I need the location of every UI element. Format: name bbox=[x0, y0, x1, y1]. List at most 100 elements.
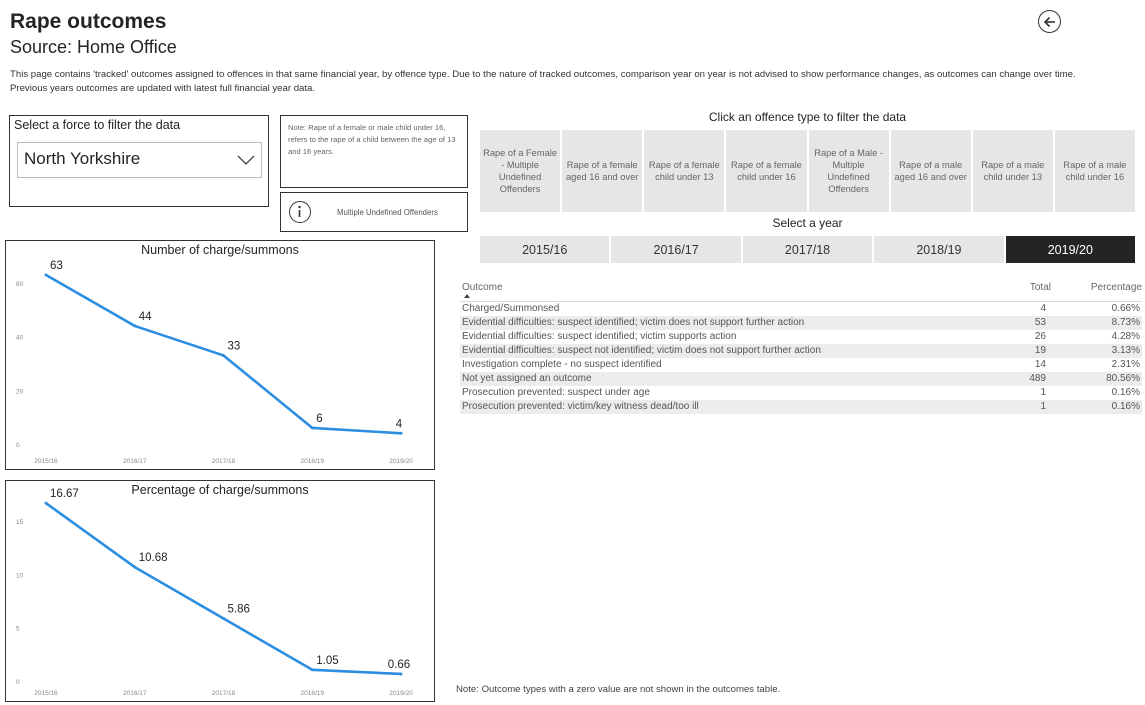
total-cell: 489 bbox=[1029, 373, 1046, 384]
page-subtitle: Source: Home Office bbox=[10, 37, 177, 57]
offence-type-button[interactable]: Rape of a Male - Multiple Undefined Offe… bbox=[808, 130, 889, 212]
data-label: 63 bbox=[50, 260, 63, 272]
info-text: Multiple Undefined Offenders bbox=[337, 208, 438, 217]
arrow-left-circle-icon bbox=[1043, 16, 1055, 27]
force-filter-label: Select a force to filter the data bbox=[14, 118, 181, 132]
sort-ascending-icon bbox=[464, 294, 470, 298]
offence-type-button[interactable]: Rape of a male child under 13 bbox=[972, 130, 1053, 212]
x-tick-label: 2015/16 bbox=[34, 690, 58, 697]
data-point bbox=[44, 501, 48, 505]
column-header-total[interactable]: Total bbox=[1030, 282, 1051, 293]
offence-type-button[interactable]: Rape of a female aged 16 and over bbox=[562, 130, 643, 212]
table-body: Charged/Summonsed 4 0.66% Evidential diffic… bbox=[460, 302, 1142, 414]
outcome-cell: Prosecution prevented: victim/key witnes… bbox=[462, 401, 699, 412]
column-header-outcome[interactable]: Outcome bbox=[462, 282, 503, 293]
data-point bbox=[310, 668, 314, 672]
data-label: 33 bbox=[228, 340, 241, 352]
data-label: 1.05 bbox=[316, 655, 338, 667]
outcomes-table: Outcome Total Percentage Charged/Summons… bbox=[460, 280, 1142, 414]
data-point bbox=[44, 273, 48, 277]
y-tick-label: 5 bbox=[16, 626, 20, 633]
data-point bbox=[399, 672, 403, 676]
year-button[interactable]: 2015/16 bbox=[480, 236, 610, 263]
y-tick-label: 0 bbox=[16, 442, 20, 449]
offence-type-buttons: Rape of a Female - Multiple Undefined Of… bbox=[480, 130, 1135, 212]
total-cell: 19 bbox=[1034, 345, 1046, 356]
page-description: This page contains 'tracked' outcomes as… bbox=[10, 69, 1076, 94]
x-tick-label: 2018/19 bbox=[301, 458, 325, 465]
percentage-cell: 80.56% bbox=[1106, 373, 1140, 384]
outcome-cell: Evidential difficulties: suspect not ide… bbox=[462, 345, 821, 356]
x-tick-label: 2018/19 bbox=[301, 690, 325, 697]
note-box: Note: Rape of a female or male child und… bbox=[280, 115, 468, 188]
chart-svg: 0 20 40 60 2015/16 2016/17 2017/18 2018/19 2019/… bbox=[16, 260, 413, 465]
offence-type-button[interactable]: Rape of a male child under 16 bbox=[1054, 130, 1135, 212]
offence-type-button[interactable]: Rape of a female child under 16 bbox=[726, 130, 807, 212]
table-row[interactable]: Evidential difficulties: suspect identif… bbox=[460, 330, 1142, 344]
percentage-cell: 8.73% bbox=[1111, 317, 1140, 328]
table-row[interactable]: Evidential difficulties: suspect not ide… bbox=[460, 344, 1142, 358]
y-tick-label: 20 bbox=[16, 388, 24, 395]
outcome-cell: Investigation complete - no suspect iden… bbox=[462, 359, 662, 370]
info-icon[interactable] bbox=[289, 201, 311, 223]
year-button[interactable]: 2017/18 bbox=[742, 236, 873, 263]
data-point bbox=[222, 616, 225, 620]
page-title: Rape outcomes bbox=[10, 10, 167, 33]
data-label: 16.67 bbox=[50, 488, 79, 500]
x-tick-label: 2016/17 bbox=[123, 458, 147, 465]
x-tick-label: 2015/16 bbox=[34, 458, 58, 465]
x-tick-label: 2017/18 bbox=[212, 458, 236, 465]
offence-type-button[interactable]: Rape of a female child under 13 bbox=[644, 130, 725, 212]
outcome-cell: Charged/Summonsed bbox=[462, 303, 560, 314]
table-row[interactable]: Not yet assigned an outcome 489 80.56% bbox=[460, 372, 1142, 386]
footnote: Note: Outcome types with a zero value ar… bbox=[456, 684, 781, 695]
y-tick-label: 40 bbox=[16, 335, 24, 342]
y-tick-label: 60 bbox=[16, 281, 24, 288]
chevron-down-icon bbox=[237, 155, 255, 165]
year-buttons: 2015/16 2016/17 2017/18 2018/19 2019/20 bbox=[480, 236, 1136, 263]
total-cell: 4 bbox=[1040, 303, 1046, 314]
percentage-cell: 2.31% bbox=[1111, 359, 1140, 370]
offence-type-button[interactable]: Rape of a Female - Multiple Undefined Of… bbox=[480, 130, 561, 212]
data-label: 10.68 bbox=[139, 552, 168, 564]
outcome-cell: Evidential difficulties: suspect identif… bbox=[462, 331, 737, 342]
offence-type-heading: Click an offence type to filter the data bbox=[708, 110, 907, 124]
x-tick-label: 2019/20 bbox=[389, 690, 413, 697]
data-point bbox=[133, 565, 137, 569]
year-button[interactable]: 2019/20 bbox=[1005, 236, 1136, 263]
percentage-cell: 4.28% bbox=[1111, 331, 1140, 342]
outcome-cell: Evidential difficulties: suspect identif… bbox=[462, 317, 805, 328]
percentage-cell: 3.13% bbox=[1111, 345, 1140, 356]
table-row[interactable]: Investigation complete - no suspect iden… bbox=[460, 358, 1142, 372]
total-cell: 26 bbox=[1034, 331, 1046, 342]
total-cell: 53 bbox=[1034, 317, 1046, 328]
total-cell: 1 bbox=[1040, 387, 1046, 398]
data-point bbox=[222, 353, 225, 357]
y-tick-label: 10 bbox=[16, 572, 24, 579]
data-point bbox=[399, 431, 403, 435]
x-tick-label: 2019/20 bbox=[389, 458, 413, 465]
outcome-cell: Not yet assigned an outcome bbox=[462, 373, 592, 384]
data-label: 6 bbox=[316, 413, 322, 425]
info-panel[interactable]: Multiple Undefined Offenders bbox=[280, 192, 468, 232]
offence-type-button[interactable]: Rape of a male aged 16 and over bbox=[890, 130, 971, 212]
force-filter-panel: Select a force to filter the data North … bbox=[9, 115, 269, 207]
back-button[interactable] bbox=[1038, 10, 1061, 33]
y-tick-label: 0 bbox=[16, 679, 20, 686]
year-button[interactable]: 2018/19 bbox=[874, 236, 1004, 263]
table-row[interactable]: Prosecution prevented: victim/key witnes… bbox=[460, 400, 1142, 414]
force-select-dropdown[interactable]: North Yorkshire bbox=[17, 142, 262, 178]
table-row[interactable]: Charged/Summonsed 4 0.66% bbox=[460, 302, 1142, 316]
percentage-cell: 0.16% bbox=[1111, 401, 1140, 412]
table-row[interactable]: Prosecution prevented: suspect under age… bbox=[460, 386, 1142, 400]
year-button[interactable]: 2016/17 bbox=[611, 236, 741, 263]
force-select-value: North Yorkshire bbox=[24, 149, 141, 168]
percentage-cell: 0.66% bbox=[1111, 303, 1140, 314]
table-header: Outcome Total Percentage bbox=[460, 280, 1142, 302]
column-header-percentage[interactable]: Percentage bbox=[1091, 282, 1142, 293]
table-row[interactable]: Evidential difficulties: suspect identif… bbox=[460, 316, 1142, 330]
total-cell: 14 bbox=[1034, 359, 1046, 370]
total-cell: 1 bbox=[1040, 401, 1046, 412]
data-point bbox=[310, 426, 314, 430]
year-heading: Select a year bbox=[772, 216, 843, 230]
